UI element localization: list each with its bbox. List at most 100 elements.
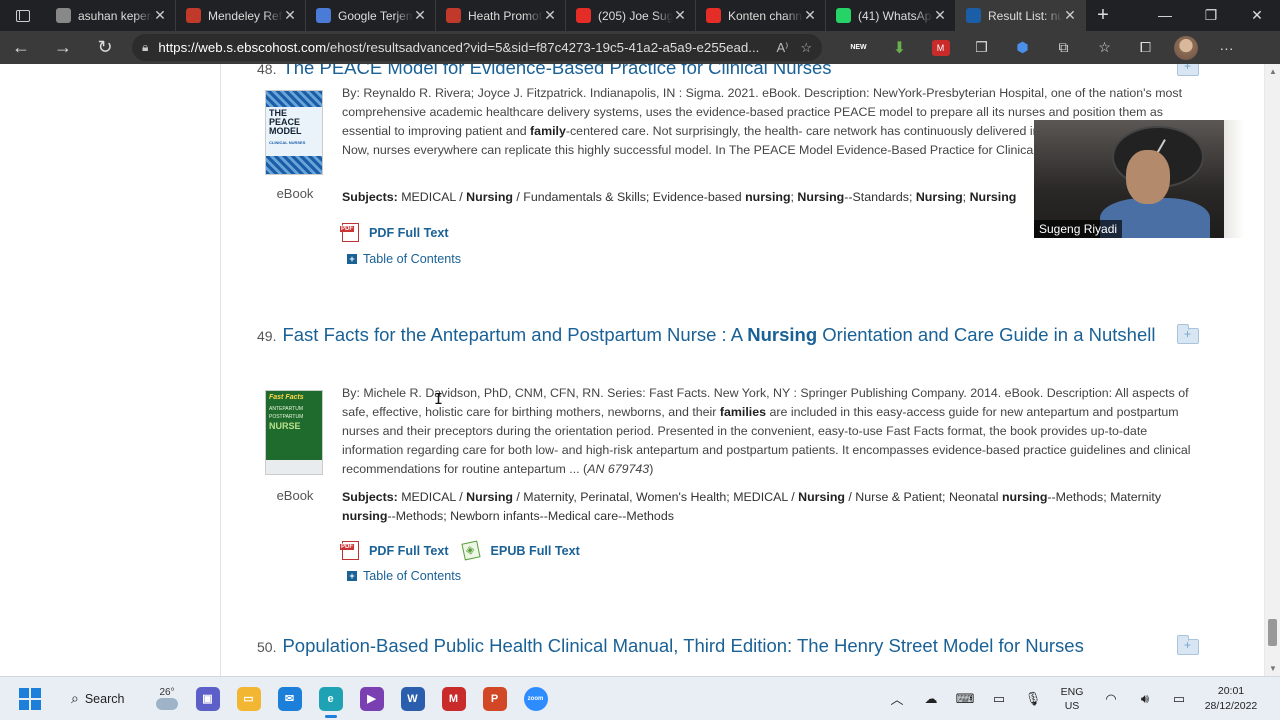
system-tray: ︿ ☁ ⌨ ▭ 🎙︎ ENG US ◠ 🔊︎ ▭ 20:01 28/12/2022 [880,684,1280,714]
result-title[interactable]: 48. The PEACE Model for Evidence-Based Pr… [257,64,1207,81]
close-window-button[interactable]: ✕ [1234,7,1280,24]
taskbar-app-edge[interactable]: e [310,679,351,719]
read-aloud-icon[interactable]: A⁾ [776,40,788,56]
close-tab-icon[interactable]: ✕ [1063,7,1077,24]
taskbar-app-mail[interactable]: ✉ [269,679,310,719]
collections-extension-icon[interactable]: ❒ [961,39,1002,56]
add-favorite-icon[interactable]: ☆ [800,40,812,56]
tab-favicon-icon [446,8,461,23]
forward-button[interactable]: → [42,37,84,58]
result-title-text[interactable]: Population-Based Public Health Clinical … [282,635,1083,656]
browser-tab[interactable]: Konten channel✕ [696,0,826,31]
text-run: family [530,124,566,139]
result-title[interactable]: 49. Fast Facts for the Antepartum and Pos… [257,323,1207,348]
browser-tab[interactable]: Mendeley Reference✕ [176,0,306,31]
taskbar-app-word[interactable]: W [392,679,433,719]
result-subjects: Subjects: MEDICAL / Nursing / Maternity,… [342,488,1200,526]
browser-tab[interactable]: (205) Joe Sugg ✕ [566,0,696,31]
language-indicator[interactable]: ENG US [1050,685,1094,713]
taskbar-app-video-editor[interactable]: ▶ [351,679,392,719]
result-title[interactable]: 50. Population-Based Public Health Clinic… [257,634,1207,659]
lock-icon[interactable]: 🔒︎ [142,40,148,55]
restore-button[interactable]: ❐ [1188,7,1234,24]
favorites-icon[interactable]: ☆ [1084,39,1125,56]
taskbar-clock[interactable]: 20:01 28/12/2022 [1196,684,1266,714]
browser-tab[interactable]: Google Terjemahan✕ [306,0,436,31]
cover-text: POSTPARTUM [269,414,304,420]
table-of-contents-link[interactable]: + Table of Contents [347,569,461,583]
extensions-area: NEW ⬇ M ❒ ⬢ ⧉ ☆ ⧠ ··· [838,35,1247,60]
scrollbar-thumb[interactable] [1268,619,1277,646]
taskbar-app-mendeley[interactable]: M [433,679,474,719]
pdf-full-text-link[interactable]: PDF Full Text [369,226,449,240]
text-run: ) [649,462,654,477]
page-scrollbar[interactable]: ▲ ▼ [1264,64,1280,676]
taskbar-app-zoom[interactable]: zoom [515,679,556,719]
show-hidden-icons-chevron-icon[interactable]: ︿ [880,689,914,708]
word-icon: W [400,686,425,711]
close-tab-icon[interactable]: ✕ [413,7,427,24]
webcam-video-overlay[interactable]: Sugeng Riyadi [1034,120,1244,238]
display-icon[interactable]: ▭ [982,691,1016,707]
onedrive-icon[interactable]: ☁ [914,691,948,707]
expand-plus-icon[interactable]: + [347,571,357,581]
shield-extension-icon[interactable]: ⬢ [1002,39,1043,56]
address-bar[interactable]: 🔒︎ https://web.s.ebscohost.com/ehost/res… [132,34,822,61]
close-tab-icon[interactable]: ✕ [933,7,947,24]
scroll-down-icon[interactable]: ▼ [1269,664,1277,673]
refresh-button[interactable]: ↻ [84,37,126,58]
close-tab-icon[interactable]: ✕ [543,7,557,24]
browser-tab[interactable]: Result List: nursing✕ [956,0,1086,31]
expand-plus-icon[interactable]: + [347,254,357,264]
epub-icon[interactable] [460,540,481,561]
add-to-folder-icon[interactable] [1177,64,1199,76]
back-button[interactable]: ← [0,37,42,58]
text-run: nursing [342,509,388,524]
result-title-text[interactable]: Fast Facts for the Antepartum and Postpa… [282,324,1155,345]
taskbar-search[interactable]: ⌕ Search [57,683,145,715]
minimize-button[interactable]: — [1142,7,1188,24]
extensions-icon[interactable]: ⧉ [1043,39,1084,56]
extension-new-icon[interactable]: NEW [838,44,879,51]
browser-tab[interactable]: Heath Promotion✕ [436,0,566,31]
wifi-icon[interactable]: ◠ [1094,691,1128,707]
scroll-up-icon[interactable]: ▲ [1269,67,1277,76]
profile-avatar[interactable] [1174,35,1198,60]
book-cover-image[interactable]: Fast Facts ANTEPARTUM POSTPARTUM NURSE [265,390,323,475]
tab-actions-menu-button[interactable] [0,0,46,31]
table-of-contents-link[interactable]: + Table of Contents [347,252,461,266]
volume-icon[interactable]: 🔊︎ [1128,691,1162,707]
book-cover-image[interactable]: THE PEACE MODEL CLINICAL NURSES [265,90,323,175]
pdf-full-text-link[interactable]: PDF Full Text [369,544,449,558]
url-text[interactable]: https://web.s.ebscohost.com/ehost/result… [158,40,764,55]
collections-icon[interactable]: ⧠ [1125,39,1166,56]
epub-full-text-link[interactable]: EPUB Full Text [491,544,580,558]
cover-text: CLINICAL NURSES [269,140,306,145]
keyboard-icon[interactable]: ⌨ [948,691,982,707]
video-editor-icon: ▶ [359,686,384,711]
microphone-icon[interactable]: 🎙︎ [1016,691,1050,707]
add-to-folder-icon[interactable] [1177,324,1199,344]
close-tab-icon[interactable]: ✕ [803,7,817,24]
weather-widget[interactable]: 26° [147,687,187,710]
settings-more-icon[interactable]: ··· [1206,40,1247,56]
close-tab-icon[interactable]: ✕ [153,7,167,24]
taskbar-app-file-explorer[interactable]: ▭ [228,679,269,719]
taskbar-app-powerpoint[interactable]: P [474,679,515,719]
mendeley-extension-icon[interactable]: M [920,39,961,56]
browser-tab[interactable]: (41) WhatsApp ✕ [826,0,956,31]
text-run: Nursing [747,324,818,345]
add-to-folder-icon[interactable] [1177,635,1199,655]
close-tab-icon[interactable]: ✕ [283,7,297,24]
browser-tab[interactable]: asuhan keperawatan✕ [46,0,176,31]
pdf-icon[interactable] [340,541,359,560]
download-extension-icon[interactable]: ⬇ [879,38,920,58]
new-tab-button[interactable]: + [1086,4,1120,27]
close-tab-icon[interactable]: ✕ [673,7,687,24]
result-title-text[interactable]: The PEACE Model for Evidence-Based Pract… [282,64,831,78]
taskbar-app-zoom-meetings[interactable]: ▣ [187,679,228,719]
start-button[interactable] [19,687,41,710]
pdf-icon[interactable] [340,223,359,242]
tab-title: Heath Promotion [468,8,543,23]
battery-icon[interactable]: ▭ [1162,691,1196,707]
